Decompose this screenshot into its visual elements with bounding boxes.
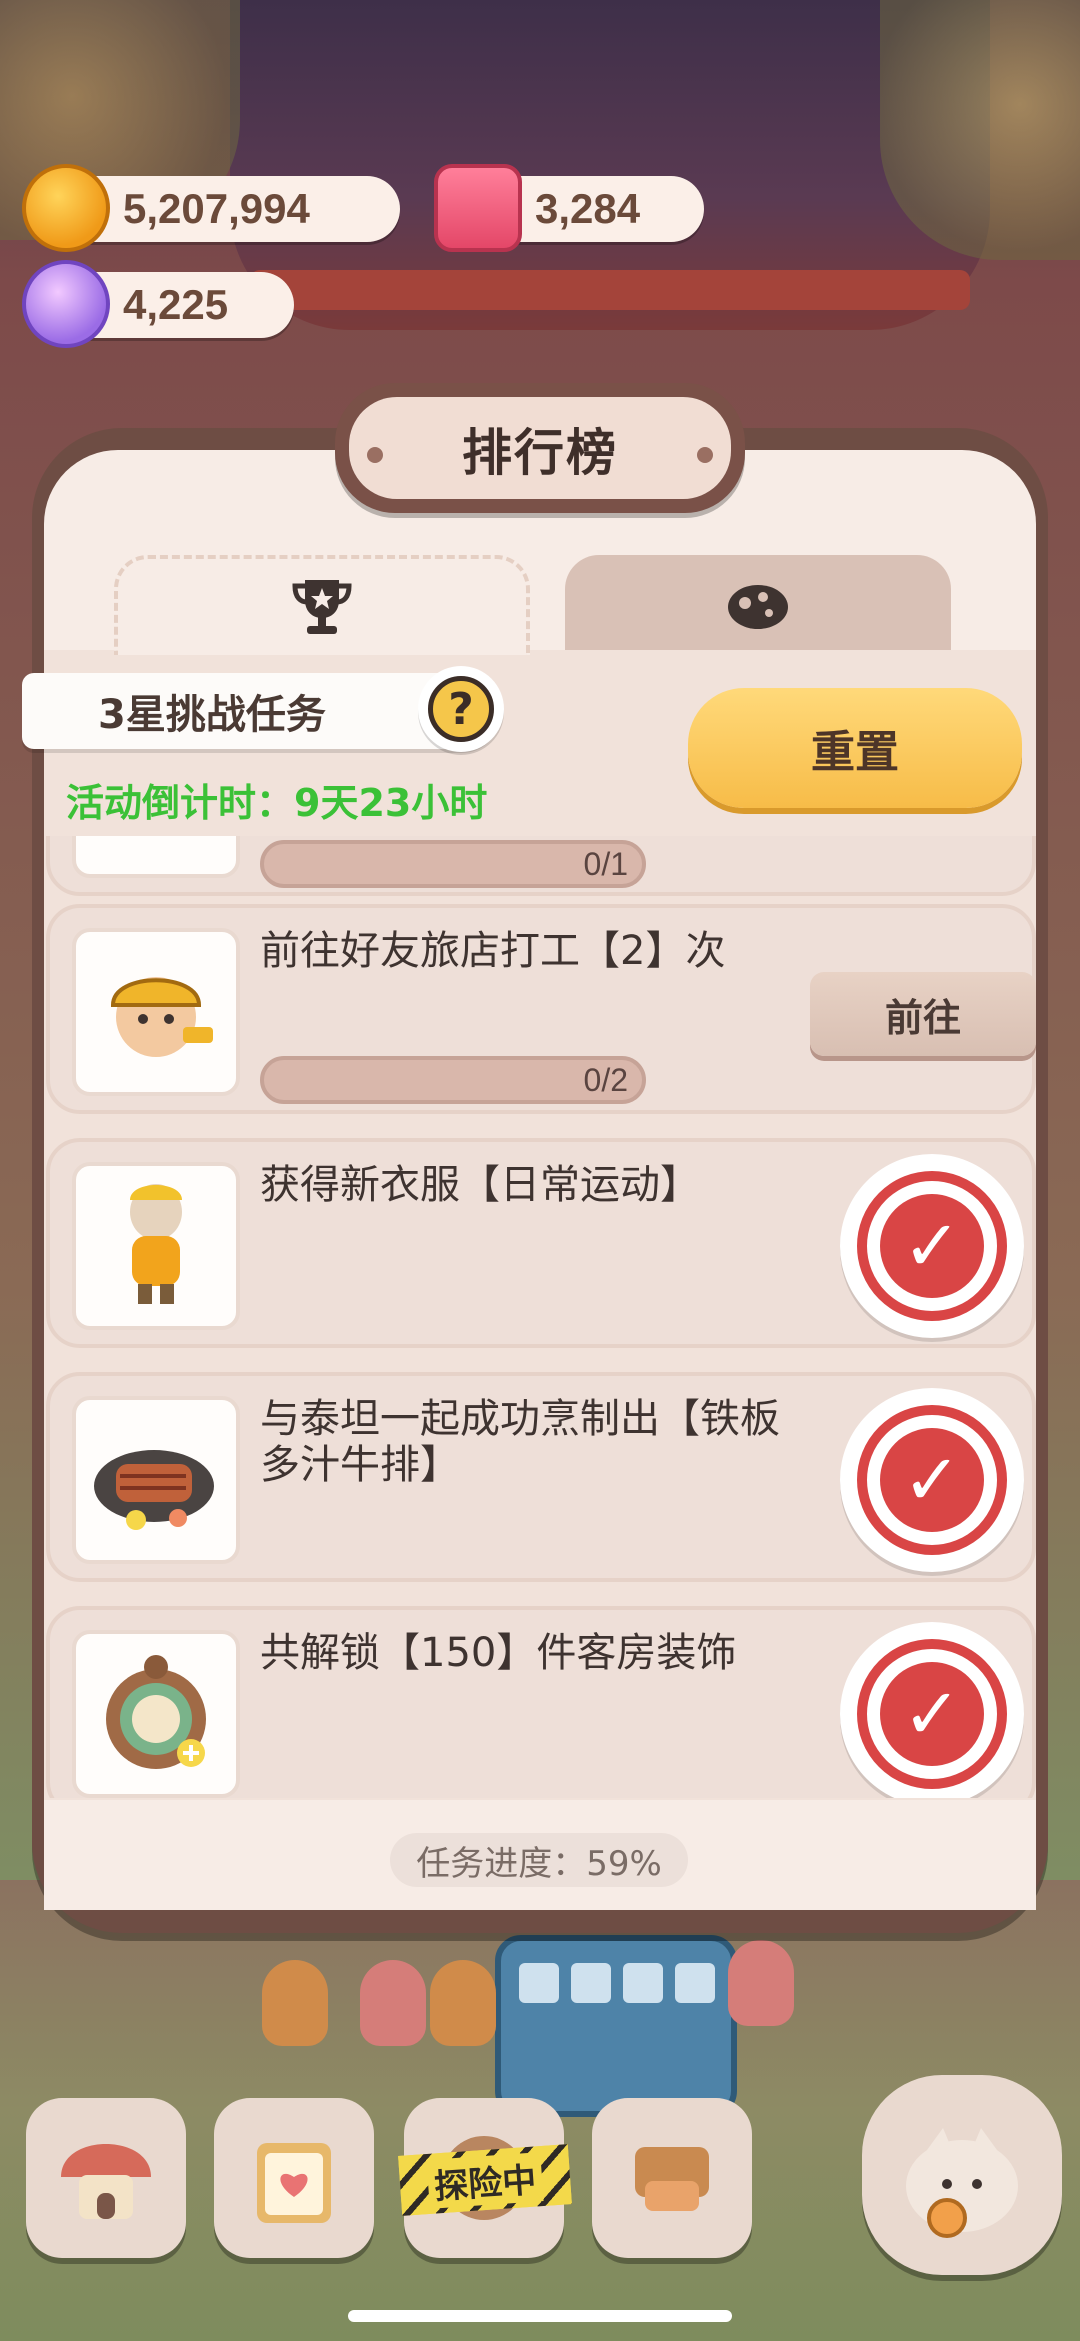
tab-planet[interactable] — [565, 555, 951, 655]
pet-cat-icon — [906, 2128, 1018, 2238]
task-title: 与泰坦一起成功烹制出【铁板多汁牛排】 — [260, 1396, 780, 1488]
planet-icon — [728, 585, 788, 629]
tab-trophy[interactable] — [114, 555, 530, 655]
background-character — [728, 1940, 794, 2026]
task-card-partial: 0/1 — [46, 836, 1036, 896]
background-bus — [495, 1935, 737, 2117]
task-thumbnail — [72, 836, 240, 878]
candle-counter[interactable]: 3,284 — [434, 164, 704, 252]
task-card: 共解锁【150】件客房装饰 ✓ — [46, 1606, 1036, 1798]
reset-button[interactable]: 重置 — [688, 688, 1022, 808]
nav-pet-button[interactable] — [862, 2075, 1062, 2275]
outfit-icon — [72, 1162, 240, 1330]
task-progress-text: 0/2 — [583, 1062, 628, 1098]
background-building-roof — [230, 0, 990, 330]
go-button[interactable]: 前往 — [810, 972, 1036, 1056]
diary-icon — [257, 2143, 331, 2223]
event-countdown: 活动倒计时：9天23小时 — [66, 781, 488, 825]
help-button[interactable]: ? — [418, 666, 504, 752]
coin-counter[interactable]: 5,207,994 — [22, 164, 400, 252]
task-title: 前往好友旅店打工【2】次 — [260, 928, 726, 974]
furniture-icon — [635, 2147, 709, 2211]
task-card: 获得新衣服【日常运动】 ✓ — [46, 1138, 1036, 1348]
challenge-title: 3星挑战任务 — [98, 692, 326, 738]
exploring-status-tape: 探险中 — [398, 2144, 572, 2216]
checkmark-icon: ✓ — [880, 1662, 984, 1766]
completed-stamp: ✓ — [840, 1622, 1024, 1798]
question-icon: ? — [428, 676, 494, 742]
worker-character-icon — [72, 928, 240, 1096]
crystal-gem-icon — [22, 260, 110, 348]
checkmark-icon: ✓ — [880, 1194, 984, 1298]
candle-value: 3,284 — [535, 185, 641, 232]
candle-icon — [434, 164, 522, 252]
gem-value: 4,225 — [123, 281, 229, 328]
panel-title-plate: 排行榜 — [335, 383, 745, 513]
task-progress-bar: 0/1 — [260, 840, 646, 888]
home-indicator[interactable] — [348, 2310, 732, 2322]
task-progress-bar: 0/2 — [260, 1056, 646, 1104]
nav-home-button[interactable] — [26, 2098, 186, 2258]
task-card: 与泰坦一起成功烹制出【铁板多汁牛排】 ✓ — [46, 1372, 1036, 1582]
coin-value: 5,207,994 — [123, 185, 310, 232]
decoration-icon — [72, 1630, 240, 1798]
steak-icon — [72, 1396, 240, 1564]
task-title: 获得新衣服【日常运动】 — [260, 1162, 700, 1208]
nav-furniture-button[interactable] — [592, 2098, 752, 2258]
checkmark-icon: ✓ — [880, 1428, 984, 1532]
task-progress-text: 0/1 — [583, 846, 628, 882]
trophy-icon — [292, 580, 352, 634]
background-character — [360, 1960, 426, 2046]
background-character — [262, 1960, 328, 2046]
completed-stamp: ✓ — [840, 1154, 1024, 1338]
exploring-label: 探险中 — [426, 2151, 544, 2209]
nav-diary-button[interactable] — [214, 2098, 374, 2258]
mushroom-house-icon — [61, 2144, 151, 2219]
cookie-coin-icon — [22, 164, 110, 252]
completed-stamp: ✓ — [840, 1388, 1024, 1572]
background-character — [430, 1960, 496, 2046]
overall-task-progress: 任务进度：59% — [390, 1833, 688, 1887]
task-list[interactable]: 0/1 前往好友旅店打工【2】次 0/2 前往 获得新衣服【日常运动】 ✓ 与泰… — [44, 836, 1036, 1798]
gem-counter[interactable]: 4,225 — [22, 260, 294, 348]
task-title: 共解锁【150】件客房装饰 — [260, 1630, 737, 1676]
panel-title: 排行榜 — [462, 424, 618, 482]
task-card: 前往好友旅店打工【2】次 0/2 前往 — [46, 904, 1036, 1114]
